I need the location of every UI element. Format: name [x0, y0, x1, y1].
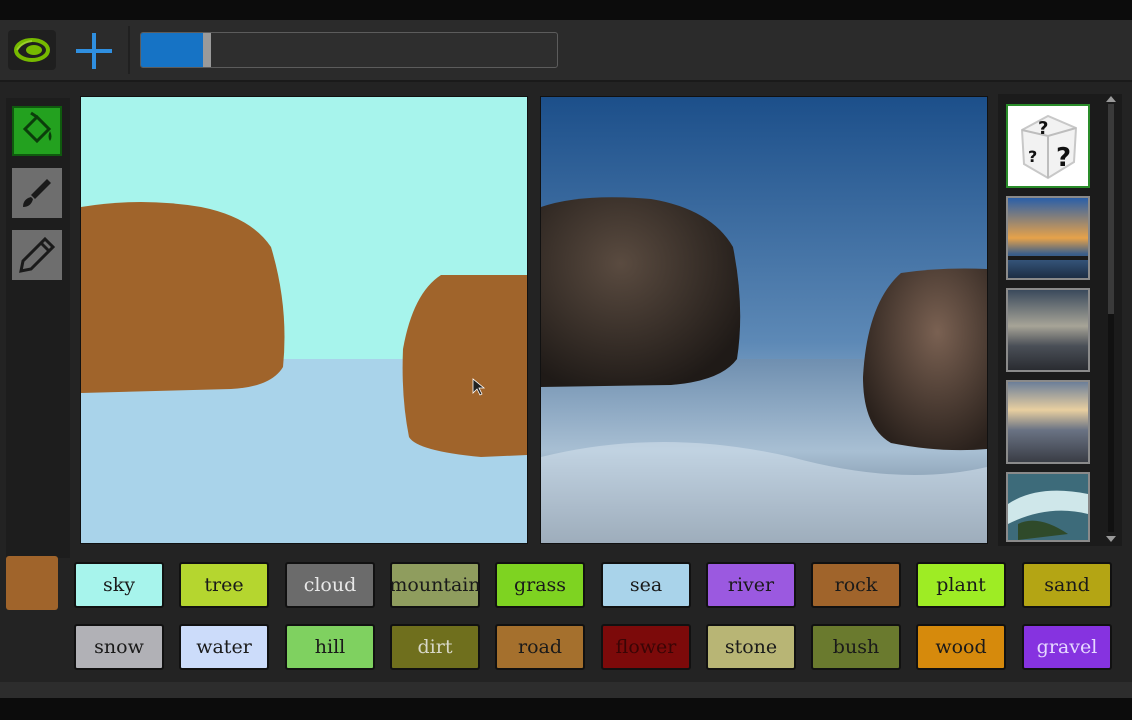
palette-swatch-gravel[interactable]: gravel: [1022, 624, 1112, 670]
palette-swatch-stone[interactable]: stone: [706, 624, 796, 670]
svg-text:?: ?: [1038, 118, 1048, 139]
cloudy-shore-thumbnail: [1008, 382, 1088, 462]
pencil-tool[interactable]: [12, 230, 62, 280]
style-thumb-cloudy-shore[interactable]: [1006, 380, 1090, 464]
paint-bucket-tool[interactable]: [12, 106, 62, 156]
dice-icon: ? ? ?: [1008, 106, 1088, 186]
style-thumb-storm[interactable]: [1006, 288, 1090, 372]
palette-swatch-river[interactable]: river: [706, 562, 796, 608]
generated-landscape: [541, 97, 987, 543]
nvidia-logo-button[interactable]: [8, 30, 56, 70]
sunset-thumbnail: [1008, 198, 1088, 278]
style-thumb-sunset[interactable]: [1006, 196, 1090, 280]
palette-swatch-snow[interactable]: snow: [74, 624, 164, 670]
plus-icon: [76, 33, 112, 69]
palette-swatch-sky[interactable]: sky: [74, 562, 164, 608]
progress-fill: [141, 33, 203, 67]
palette-swatch-rock[interactable]: rock: [811, 562, 901, 608]
generated-image-output: [540, 96, 988, 544]
brush-icon: [23, 179, 51, 207]
style-thumb-rocky-stream[interactable]: [1006, 472, 1090, 542]
pencil-icon: [19, 236, 56, 273]
segmentation-canvas[interactable]: [80, 96, 528, 544]
palette-swatch-bush[interactable]: bush: [811, 624, 901, 670]
stormy-sky-thumbnail: [1008, 290, 1088, 370]
palette-swatch-flower[interactable]: flower: [601, 624, 691, 670]
palette-swatch-sand[interactable]: sand: [1022, 562, 1112, 608]
status-strip: [0, 682, 1132, 698]
current-color-swatch: [6, 556, 58, 610]
gaugan-app-window: ? ? ? sky tree cloud mountain grass sea …: [0, 20, 1132, 698]
gallery-scrollbar[interactable]: [1108, 104, 1114, 532]
palette-swatch-dirt[interactable]: dirt: [390, 624, 480, 670]
rock-region-right: [402, 275, 527, 457]
style-gallery: ? ? ?: [998, 94, 1122, 546]
top-bar: [0, 20, 1132, 82]
nvidia-eye-icon: [14, 38, 50, 62]
rock-region-left: [81, 202, 285, 393]
palette-swatch-plant[interactable]: plant: [916, 562, 1006, 608]
scroll-down-arrow-icon[interactable]: [1106, 536, 1116, 542]
gallery-scroll-thumb[interactable]: [1108, 104, 1114, 314]
rocky-stream-thumbnail: [1008, 474, 1088, 540]
palette-swatch-wood[interactable]: wood: [916, 624, 1006, 670]
palette-swatch-grass[interactable]: grass: [495, 562, 585, 608]
palette-swatch-cloud[interactable]: cloud: [285, 562, 375, 608]
tool-panel: [6, 98, 70, 558]
svg-text:?: ?: [1028, 147, 1037, 166]
sketch-drawing: [81, 202, 527, 543]
palette-swatch-tree[interactable]: tree: [179, 562, 269, 608]
toolbar-divider: [128, 26, 130, 74]
svg-text:?: ?: [1056, 143, 1071, 173]
progress-handle[interactable]: [203, 33, 211, 67]
brush-tool[interactable]: [12, 168, 62, 218]
progress-slider[interactable]: [140, 32, 558, 68]
scroll-up-arrow-icon[interactable]: [1106, 96, 1116, 102]
style-thumb-random[interactable]: ? ? ?: [1006, 104, 1090, 188]
palette-swatch-road[interactable]: road: [495, 624, 585, 670]
paint-bucket-icon: [22, 111, 52, 144]
palette-swatch-mountain[interactable]: mountain: [389, 562, 481, 608]
palette-swatch-hill[interactable]: hill: [285, 624, 375, 670]
palette-swatch-sea[interactable]: sea: [601, 562, 691, 608]
palette-swatch-water[interactable]: water: [179, 624, 269, 670]
new-canvas-button[interactable]: [70, 28, 118, 74]
